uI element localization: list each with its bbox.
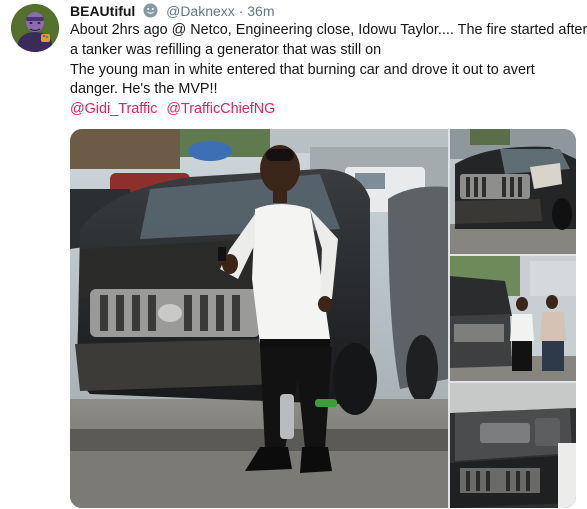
photo-burnt-engine-bay[interactable]	[450, 383, 576, 508]
avatar[interactable]	[11, 4, 59, 52]
mention-link[interactable]: @Gidi_Traffic	[70, 101, 157, 117]
timestamp[interactable]: 36m	[247, 3, 274, 19]
tweet-text-line: The young man in white entered that burn…	[70, 61, 535, 78]
media-grid	[70, 129, 576, 508]
photo-burnt-suv-front[interactable]	[450, 129, 576, 254]
display-name[interactable]: BEAUtiful	[70, 3, 135, 19]
tweet-header: BEAUtiful @Daknexx · 36m	[70, 2, 274, 20]
avatar-character-icon	[11, 4, 59, 52]
main-photo-man-by-burnt-suv[interactable]	[70, 129, 448, 508]
photo-two-men-by-open-hood[interactable]	[450, 256, 576, 381]
separator-dot: ·	[238, 3, 244, 19]
mentions-line: @Gidi_Traffic @TrafficChiefNG	[70, 100, 580, 120]
mention-link[interactable]: @TrafficChiefNG	[166, 101, 275, 117]
tweet-text-line: About 2hrs ago @ Netco, Engineering clos…	[70, 22, 587, 38]
tweet-text-line: a tanker was refilling a generator that …	[70, 41, 382, 58]
tweet-text-line: danger. He's the MVP!!	[70, 81, 218, 98]
tweet-text: About 2hrs ago @ Netco, Engineering clos…	[70, 21, 587, 120]
smiling-face-icon	[143, 3, 158, 18]
user-handle[interactable]: @Daknexx	[166, 3, 235, 19]
tweet[interactable]: BEAUtiful @Daknexx · 36m About 2hrs ago …	[0, 0, 587, 509]
